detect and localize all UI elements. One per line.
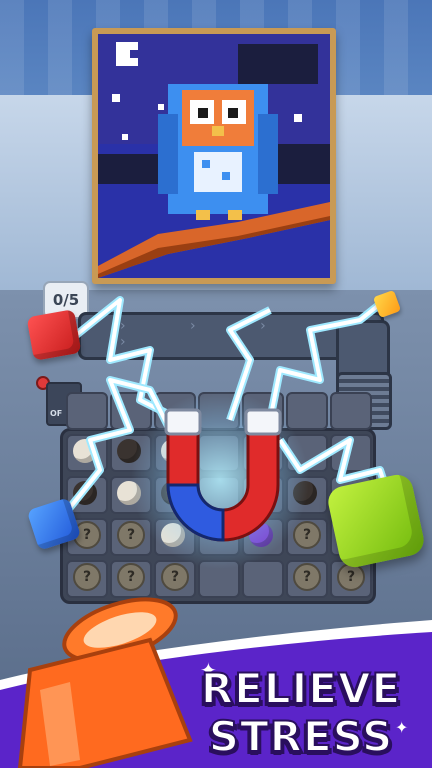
mystery-token[interactable]: ?: [293, 563, 321, 591]
board-slot[interactable]: [330, 434, 372, 472]
board-slot[interactable]: [242, 560, 284, 598]
red-cube: [26, 309, 82, 361]
board-ball[interactable]: [73, 481, 97, 505]
green-cube: [325, 471, 427, 571]
jar-icon: [17, 597, 193, 768]
owl-pixel-image: [98, 34, 330, 278]
magnet-icon: [164, 408, 282, 542]
banner-title-line1: RELIEVE: [200, 663, 402, 714]
collection-counter-label: 0/5: [52, 291, 80, 309]
banner-title-line2: STRESS: [208, 711, 394, 762]
mystery-token[interactable]: ?: [73, 563, 101, 591]
mystery-token[interactable]: ?: [161, 563, 189, 591]
pixel-art-owl: [98, 34, 330, 278]
board-ball[interactable]: [73, 439, 97, 463]
mystery-token[interactable]: ?: [337, 563, 365, 591]
mystery-token[interactable]: ?: [117, 521, 145, 549]
pixel-art-frame: [92, 28, 336, 284]
board-slot[interactable]: [110, 392, 152, 430]
conveyor-arrows: › › › ›: [120, 318, 296, 350]
board-slot[interactable]: [330, 392, 372, 430]
mystery-token[interactable]: ?: [117, 563, 145, 591]
board-slot[interactable]: [66, 392, 108, 430]
